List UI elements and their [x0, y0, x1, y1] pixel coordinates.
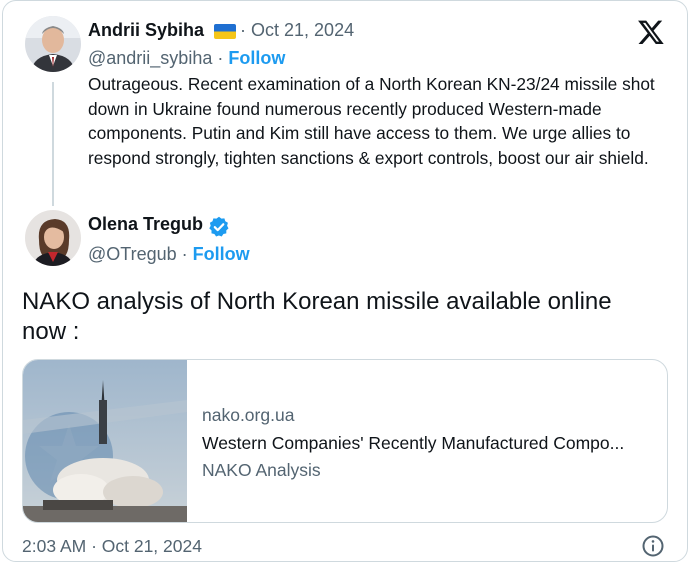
tweet-date[interactable]: Oct 21, 2024: [251, 20, 354, 40]
avatar-andrii-sybiha[interactable]: [25, 16, 81, 72]
follow-button-sybiha[interactable]: Follow: [228, 48, 285, 68]
author-handle[interactable]: @andrii_sybiha: [88, 48, 212, 68]
separator-dot: ·: [181, 244, 188, 264]
thread-connector-line: [52, 82, 54, 206]
info-icon[interactable]: [641, 534, 665, 558]
link-title[interactable]: Western Companies' Recently Manufactured…: [202, 433, 624, 454]
link-source[interactable]: NAKO Analysis: [202, 460, 321, 481]
author-handle[interactable]: @OTregub: [88, 244, 177, 264]
author-name[interactable]: Andrii Sybiha: [88, 20, 204, 41]
tweet-text: NAKO analysis of North Korean missile av…: [22, 288, 612, 345]
x-logo-icon[interactable]: [637, 18, 665, 46]
author-name[interactable]: Olena Tregub: [88, 214, 203, 235]
avatar-olena-tregub[interactable]: [25, 210, 81, 266]
missile-thumbnail-image: [23, 360, 187, 522]
quoted-tweet-text: Outrageous. Recent examination of a Nort…: [88, 74, 655, 168]
separator-dot: ·: [217, 48, 224, 68]
verified-badge-icon: [208, 216, 230, 238]
tweet-timestamp[interactable]: 2:03 AM · Oct 21, 2024: [22, 536, 202, 557]
link-domain[interactable]: nako.org.ua: [202, 405, 294, 426]
link-preview-card[interactable]: nako.org.ua Western Companies' Recently …: [22, 359, 668, 523]
follow-button-tregub[interactable]: Follow: [193, 244, 250, 264]
separator-dot: ·: [240, 20, 246, 40]
ukraine-flag-icon: [214, 24, 236, 39]
